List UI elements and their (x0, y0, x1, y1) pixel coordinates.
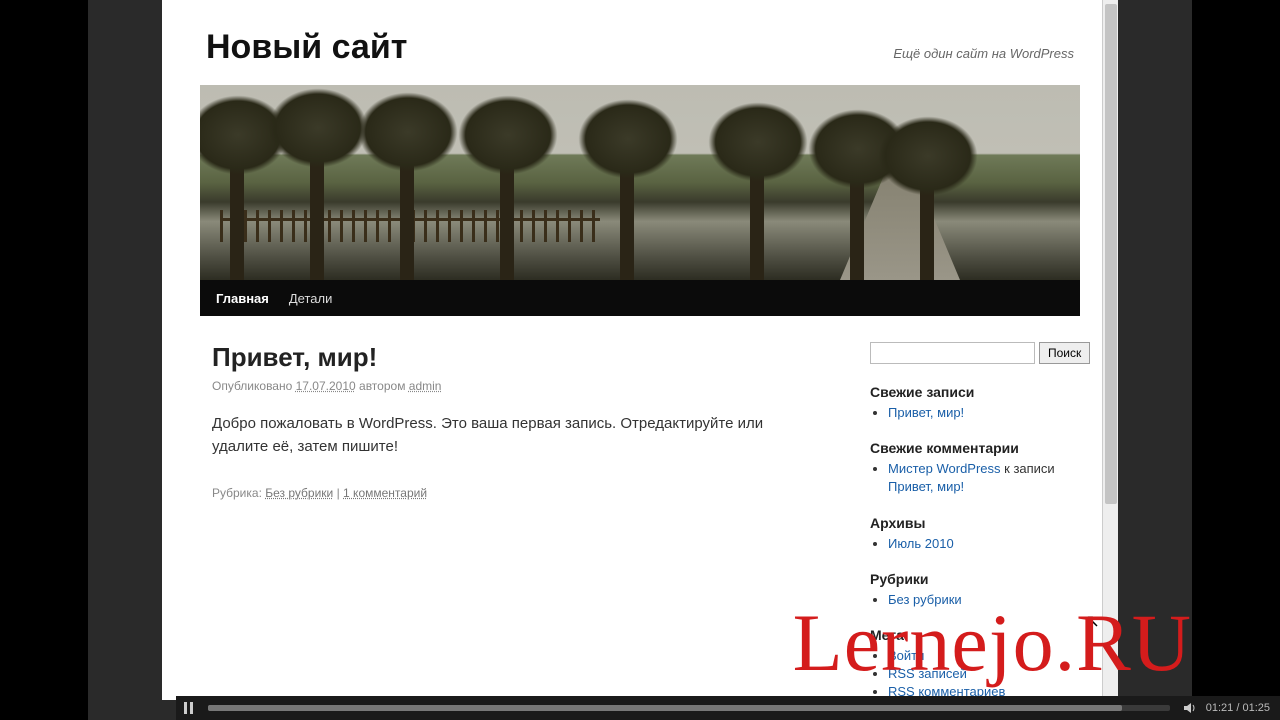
browser-viewport: Новый сайт Ещё один сайт на WordPress Гл… (162, 0, 1118, 700)
widget-title: Свежие записи (870, 384, 1080, 400)
recent-post-link[interactable]: Привет, мир! (888, 405, 964, 420)
search-widget: Поиск (870, 342, 1080, 364)
nav-details[interactable]: Детали (289, 291, 333, 306)
pause-button[interactable] (176, 696, 200, 720)
site-title-link[interactable]: Новый сайт (206, 28, 407, 67)
pause-icon (184, 702, 193, 714)
post-meta-by: автором (356, 379, 409, 393)
scrollbar-thumb[interactable] (1105, 4, 1117, 504)
volume-icon (1183, 701, 1197, 715)
archive-link[interactable]: Июль 2010 (888, 536, 954, 551)
site-tagline: Ещё один сайт на WordPress (893, 46, 1074, 61)
video-frame: Новый сайт Ещё один сайт на WordPress Гл… (88, 0, 1192, 720)
site-header: Новый сайт Ещё один сайт на WordPress (200, 28, 1080, 85)
video-player-controls: 01:21 / 01:25 (176, 696, 1280, 720)
meta-login-link[interactable]: Войти (888, 648, 924, 663)
search-input[interactable] (870, 342, 1035, 364)
post-category-link[interactable]: Без рубрики (265, 486, 333, 500)
widget-meta: Мета Войти RSS записей RSS комментариев … (870, 627, 1080, 700)
seek-track[interactable] (208, 705, 1170, 711)
volume-button[interactable] (1178, 696, 1202, 720)
widget-recent-posts: Свежие записи Привет, мир! (870, 384, 1080, 422)
seek-progress (208, 705, 1122, 711)
post-title[interactable]: Привет, мир! (212, 342, 852, 373)
post-comments-link[interactable]: 1 комментарий (343, 486, 427, 500)
post-body: Добро пожаловать в WordPress. Это ваша п… (212, 413, 802, 458)
search-button[interactable]: Поиск (1039, 342, 1090, 364)
widget-title: Архивы (870, 515, 1080, 531)
widget-title: Рубрики (870, 571, 1080, 587)
sidebar: Поиск Свежие записи Привет, мир! Свежие … (870, 342, 1080, 700)
nav-home[interactable]: Главная (216, 291, 269, 306)
timecode: 01:21 / 01:25 (1202, 702, 1280, 714)
widget-title: Свежие комментарии (870, 440, 1080, 456)
widget-categories: Рубрики Без рубрики (870, 571, 1080, 609)
widget-recent-comments: Свежие комментарии Мистер WordPress к за… (870, 440, 1080, 496)
vertical-scrollbar[interactable] (1102, 0, 1118, 700)
widget-archives: Архивы Июль 2010 (870, 515, 1080, 553)
post-author[interactable]: admin (409, 379, 442, 393)
post-date[interactable]: 17.07.2010 (296, 379, 356, 393)
meta-rss-posts-link[interactable]: RSS записей (888, 666, 967, 681)
post-foot-prefix: Рубрика: (212, 486, 265, 500)
category-link[interactable]: Без рубрики (888, 592, 962, 607)
comment-author-link[interactable]: Мистер WordPress (888, 461, 1001, 476)
post-meta-prefix: Опубликовано (212, 379, 296, 393)
widget-title: Мета (870, 627, 1080, 643)
comment-post-link[interactable]: Привет, мир! (888, 479, 964, 494)
header-banner-image (200, 85, 1080, 280)
comment-mid: к записи (1001, 461, 1055, 476)
mouse-cursor-icon: ↖ (1085, 611, 1100, 632)
main-content: Привет, мир! Опубликовано 17.07.2010 авт… (200, 342, 870, 700)
post-meta: Опубликовано 17.07.2010 автором admin (212, 379, 852, 393)
primary-nav: Главная Детали (200, 280, 1080, 316)
post-foot-sep: | (333, 486, 343, 500)
post-footer: Рубрика: Без рубрики | 1 комментарий (212, 486, 852, 500)
